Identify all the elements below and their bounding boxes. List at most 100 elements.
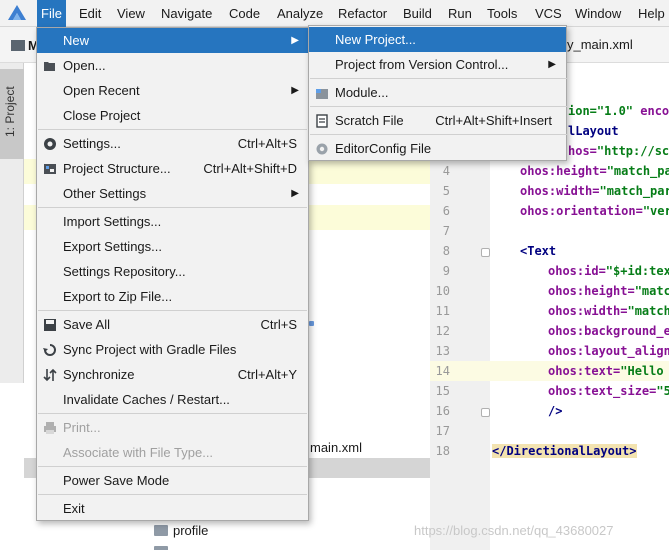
project-structure-icon [44,164,56,174]
menu-item-export-settings[interactable]: Export Settings... [37,234,308,259]
code-line: ohos:background_el [548,324,669,338]
menu-view[interactable]: View [113,0,149,27]
code-value: ion="1.0" [568,104,634,118]
submenu-arrow-icon: ▶ [291,35,299,46]
menu-item-label: Settings Repository... [63,264,186,279]
code-line: ohos:width="match_pare [520,184,669,198]
menu-tools[interactable]: Tools [483,0,521,27]
menu-file[interactable]: File [37,0,66,27]
menu-refactor[interactable]: Refactor [334,0,391,27]
menu-separator [38,129,307,130]
line-number: 11 [435,304,450,318]
menu-item-invalidate-caches[interactable]: Invalidate Caches / Restart... [37,387,308,412]
line-number: 6 [442,204,450,218]
menu-item-close-project[interactable]: Close Project [37,103,308,128]
menu-item-export-zip[interactable]: Export to Zip File... [37,284,308,309]
menu-item-label: Synchronize [63,367,135,382]
tool-window-strip: 1: Project [0,63,24,383]
menu-item-new-project[interactable]: New Project... [309,27,566,52]
submenu-arrow-icon: ▶ [291,85,299,96]
project-folder-icon [11,40,25,51]
menu-item-new[interactable]: New ▶ [37,28,308,53]
menu-item-sync-gradle[interactable]: Sync Project with Gradle Files [37,337,308,362]
menu-item-settings-repository[interactable]: Settings Repository... [37,259,308,284]
line-number: 8 [442,244,450,258]
menu-item-associate-file-type: Associate with File Type... [37,440,308,465]
code-line: lLayout [568,124,619,138]
menu-build[interactable]: Build [399,0,436,27]
menu-separator [38,466,307,467]
code-value: "match [634,284,669,298]
code-value: "vert [642,204,669,218]
line-number: 16 [435,404,450,418]
menu-item-label: Settings... [63,136,121,151]
code-line: ohos:id="$+id:text [548,264,669,278]
folder-open-icon [44,62,55,71]
menu-analyze[interactable]: Analyze [273,0,327,27]
menu-item-label: Print... [63,420,101,435]
fold-marker-icon[interactable] [481,248,490,257]
menu-item-synchronize[interactable]: Synchronize Ctrl+Alt+Y [37,362,308,387]
tree-item-label: profile [173,523,209,538]
line-number: 4 [442,164,450,178]
menu-item-other-settings[interactable]: Other Settings ▶ [37,181,308,206]
menu-item-label: Invalidate Caches / Restart... [63,392,230,407]
menu-item-project-structure[interactable]: Project Structure... Ctrl+Alt+Shift+D [37,156,308,181]
menu-run[interactable]: Run [444,0,476,27]
menu-item-save-all[interactable]: Save All Ctrl+S [37,312,308,337]
menu-window[interactable]: Window [571,0,625,27]
menu-item-label: Exit [63,501,85,516]
line-number: 17 [435,424,450,438]
code-value: "match_ [627,304,669,318]
code-attribute: ohos:background_el [548,324,669,338]
menu-item-open[interactable]: Open... [37,53,308,78]
menu-item-import-settings[interactable]: Import Settings... [37,209,308,234]
menu-shortcut: Ctrl+Alt+Y [237,367,297,382]
menu-vcs[interactable]: VCS [531,0,566,27]
menu-item-open-recent[interactable]: Open Recent ▶ [37,78,308,103]
submenu-arrow-icon: ▶ [291,188,299,199]
menu-item-label: Associate with File Type... [63,445,214,460]
menu-item-label: Export Settings... [63,239,162,254]
menu-item-project-from-vcs[interactable]: Project from Version Control... ▶ [309,52,566,77]
menu-item-scratch-file[interactable]: Scratch File Ctrl+Alt+Shift+Insert [309,108,566,133]
line-number: 12 [435,324,450,338]
menu-item-module[interactable]: Module... [309,80,566,105]
code-attribute: ohos:height= [520,164,607,178]
menu-item-print: Print... [37,415,308,440]
menu-item-exit[interactable]: Exit [37,496,308,521]
line-number: 5 [442,184,450,198]
tree-item-partial [154,544,173,550]
watermark: https://blog.csdn.net/qq_43680027 [414,523,614,538]
menu-item-label: New [63,33,90,48]
tree-item-profile-folder[interactable]: profile [154,523,208,538]
menu-item-label: Export to Zip File... [63,289,173,304]
menu-code[interactable]: Code [225,0,264,27]
code-value: "$+id:text [605,264,669,278]
editor-tab-layout-file[interactable]: y_main.xml [567,37,633,52]
code-line: hos="http://scl [568,144,669,158]
sync-gradle-icon [43,344,56,356]
folder-icon [154,525,168,536]
menu-item-label: Project from Version Control... [335,57,509,72]
code-attribute: ohos:orientation= [520,204,643,218]
menu-edit[interactable]: Edit [75,0,105,27]
code-line: /> [548,404,563,418]
menu-item-settings[interactable]: Settings... Ctrl+Alt+S [37,131,308,156]
menu-item-label: Module... [335,85,389,100]
menu-item-power-save-mode[interactable]: Power Save Mode [37,468,308,493]
code-attribute: ohos:height= [548,284,635,298]
menu-navigate[interactable]: Navigate [157,0,216,27]
tree-item-layout-file[interactable]: main.xml [310,440,362,455]
menu-item-label: EditorConfig File [335,141,432,156]
folder-icon [154,546,168,550]
menu-item-label: Scratch File [335,113,404,128]
menu-help[interactable]: Help [634,0,669,27]
code-value: "50 [656,384,669,398]
code-attribute: ohos:layout_alignm [548,344,669,358]
menu-item-editorconfig-file[interactable]: EditorConfig File [309,136,566,161]
code-attribute: encodi [640,104,669,118]
menu-separator [38,207,307,208]
fold-marker-icon[interactable] [481,408,490,417]
line-number: 7 [442,224,450,238]
